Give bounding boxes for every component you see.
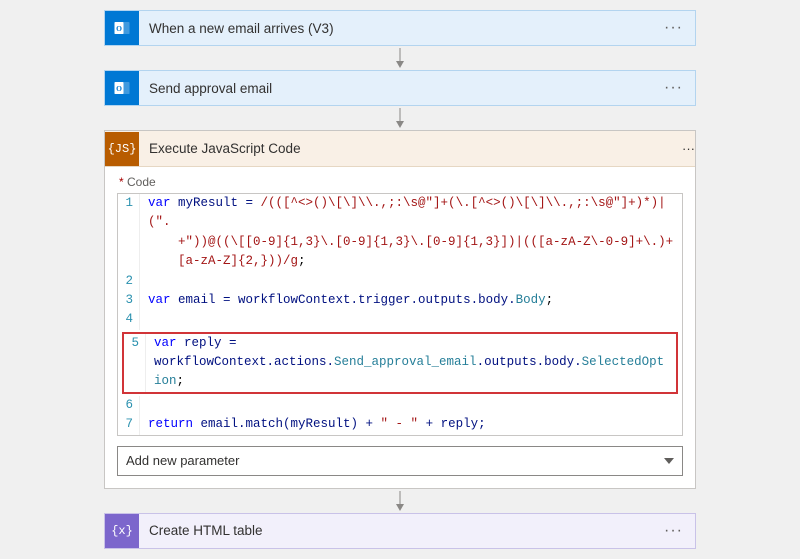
svg-text:O: O — [116, 24, 122, 33]
line-number: 3 — [118, 291, 140, 310]
more-menu-icon[interactable]: ··· — [655, 80, 695, 96]
data-operation-icon: {x} — [105, 514, 139, 548]
add-parameter-dropdown[interactable]: Add new parameter — [117, 446, 683, 476]
step-title: Execute JavaScript Code — [139, 141, 682, 156]
line-number: 6 — [118, 396, 140, 415]
line-number: 4 — [118, 310, 140, 329]
line-number: 1 — [118, 194, 140, 233]
flow-arrow — [104, 46, 696, 70]
more-menu-icon[interactable]: ··· — [655, 20, 695, 36]
step-create-html-table[interactable]: {x} Create HTML table ··· — [104, 513, 696, 549]
code-editor[interactable]: 1 var myResult = /(([^<>()\[\]\\.,;:\s@"… — [117, 193, 683, 436]
line-number: 5 — [124, 334, 146, 353]
step-title: When a new email arrives (V3) — [139, 21, 655, 36]
outlook-icon: O — [105, 11, 139, 45]
javascript-icon: {JS} — [105, 132, 139, 166]
step-send-approval[interactable]: O Send approval email ··· — [104, 70, 696, 106]
svg-text:O: O — [116, 84, 122, 93]
step-title: Create HTML table — [139, 523, 655, 538]
more-menu-icon[interactable]: ··· — [682, 141, 695, 156]
line-number: 7 — [118, 415, 140, 434]
step-header[interactable]: {JS} Execute JavaScript Code ··· — [105, 131, 695, 167]
line-number: 2 — [118, 272, 140, 291]
code-highlight-box: 5 var reply = workflowContext.actions.Se… — [122, 332, 678, 394]
step-execute-js-expanded: {JS} Execute JavaScript Code ··· * Code … — [104, 130, 696, 489]
code-field-label: * Code — [119, 175, 683, 189]
dropdown-label: Add new parameter — [126, 453, 239, 468]
flow-arrow — [104, 489, 696, 513]
outlook-icon: O — [105, 71, 139, 105]
more-menu-icon[interactable]: ··· — [655, 523, 695, 539]
step-email-trigger[interactable]: O When a new email arrives (V3) ··· — [104, 10, 696, 46]
flow-arrow — [104, 106, 696, 130]
chevron-down-icon — [664, 458, 674, 464]
step-title: Send approval email — [139, 81, 655, 96]
